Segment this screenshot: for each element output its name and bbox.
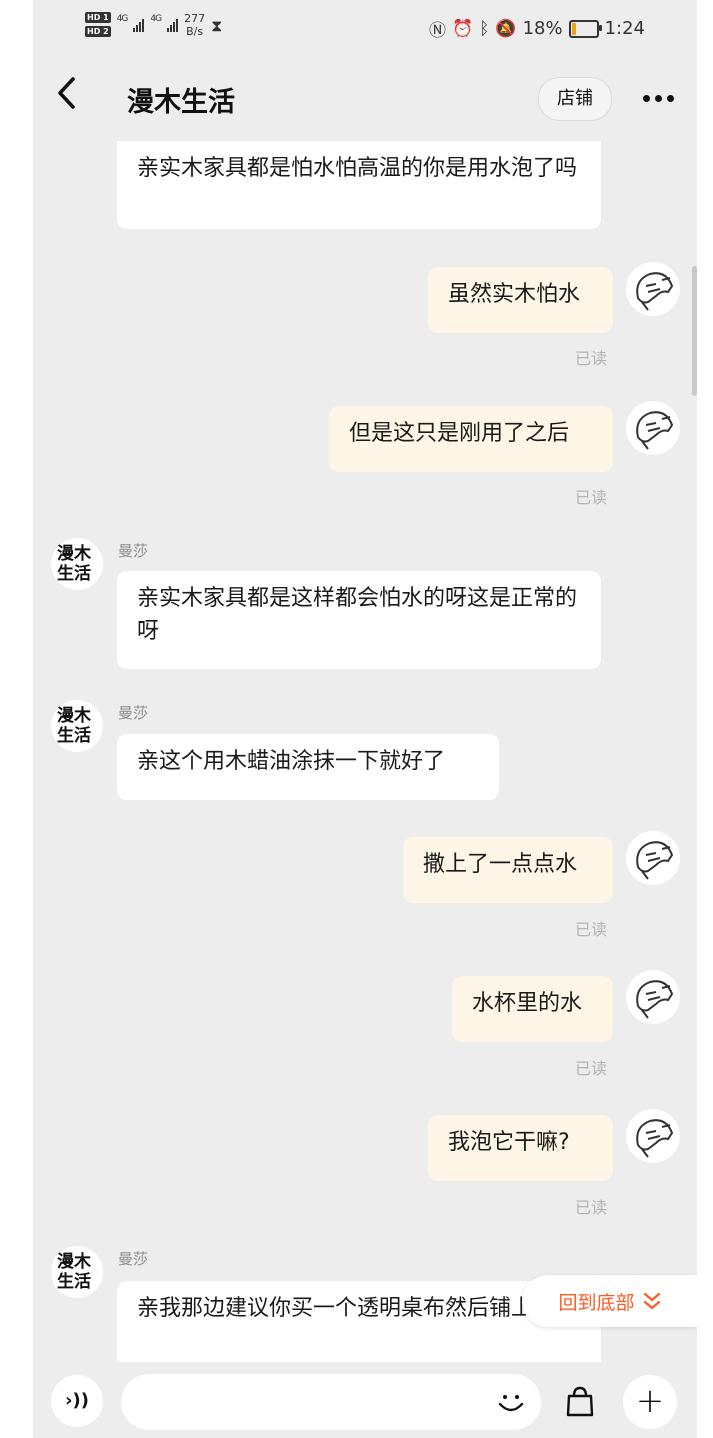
- battery-icon: [568, 19, 602, 38]
- read-receipt: 已读: [575, 349, 608, 368]
- voice-icon: ›)): [65, 1390, 89, 1411]
- message-bubble-incoming: 亲实木家具都是怕水怕高温的你是用水泡了吗: [117, 141, 601, 229]
- more-horizontal-icon-dot: [642, 94, 650, 102]
- speed-value: 277: [184, 12, 206, 25]
- user-avatar-icon: [636, 411, 674, 450]
- shop-avatar[interactable]: 漫木 生活: [51, 700, 103, 752]
- message-bubble-incoming: 亲这个用木蜡油涂抹一下就好了: [117, 734, 499, 800]
- more-horizontal-icon-dot: [666, 94, 674, 102]
- sender-name: 曼莎: [118, 542, 149, 560]
- shop-avatar-line1: 漫木: [57, 1252, 91, 1272]
- more-button[interactable]: [633, 78, 683, 118]
- shop-avatar-line2: 生活: [57, 1272, 91, 1292]
- shop-avatar-line1: 漫木: [57, 544, 91, 564]
- more-horizontal-icon-dot: [654, 94, 662, 102]
- user-avatar-icon: [636, 980, 674, 1019]
- chat-screen: HD 1 HD 2 4G 4G 277 B/s ⧗ Ⓝ ⏰ ᛒ 🔕 18% 1:…: [33, 0, 697, 1438]
- message-bubble-outgoing: 虽然实木怕水: [428, 267, 613, 333]
- smiley-icon: [498, 1395, 524, 1412]
- sender-name: 曼莎: [118, 1250, 149, 1268]
- shop-avatar-line2: 生活: [57, 726, 91, 746]
- emoji-button[interactable]: [491, 1382, 531, 1422]
- plus-icon: +: [635, 1381, 665, 1421]
- user-avatar-icon: [636, 272, 674, 311]
- nfc-icon: Ⓝ: [429, 21, 447, 41]
- shopping-bag-button[interactable]: [560, 1382, 600, 1422]
- user-avatar-icon: [636, 841, 674, 880]
- bluetooth-icon: ᛒ: [479, 18, 490, 39]
- back-button[interactable]: [55, 76, 77, 119]
- shop-avatar[interactable]: 漫木 生活: [51, 1246, 103, 1298]
- chevron-left-icon: [58, 77, 75, 109]
- user-avatar[interactable]: [626, 262, 680, 316]
- message-bubble-outgoing: 我泡它干嘛?: [428, 1115, 613, 1181]
- double-chevron-down-icon: [643, 1292, 660, 1310]
- network-speed: 277 B/s: [184, 12, 205, 38]
- voice-button[interactable]: ›)): [51, 1375, 103, 1427]
- signal-1-icon: [133, 18, 145, 32]
- hd1-badge: HD 1: [85, 12, 111, 23]
- user-avatar[interactable]: [626, 401, 680, 455]
- chat-header: 漫木生活 店铺: [33, 58, 697, 138]
- status-bar-left: HD 1 HD 2 4G 4G 277 B/s ⧗: [85, 12, 222, 38]
- read-receipt: 已读: [575, 1198, 608, 1217]
- network-type-2: 4G: [150, 14, 162, 24]
- read-receipt: 已读: [575, 488, 608, 507]
- network-type-1: 4G: [116, 14, 129, 24]
- sender-name: 曼莎: [118, 704, 149, 722]
- mute-icon: 🔕: [495, 18, 517, 39]
- message-bubble-outgoing: 但是这只是刚用了之后: [329, 406, 613, 472]
- message-bubble-incoming: 亲实木家具都是这样都会怕水的呀这是正常的呀: [117, 571, 601, 669]
- user-avatar[interactable]: [626, 970, 680, 1024]
- hd-indicators: HD 1 HD 2: [85, 12, 111, 37]
- read-receipt: 已读: [575, 920, 608, 939]
- read-receipt: 已读: [575, 1059, 608, 1078]
- user-avatar[interactable]: [626, 831, 680, 885]
- message-bubble-outgoing: 水杯里的水: [452, 976, 613, 1042]
- status-bar-right: Ⓝ ⏰ ᛒ 🔕 18% 1:24: [429, 16, 645, 41]
- battery-percent: 18%: [522, 18, 563, 39]
- signal-2-icon: [167, 18, 179, 32]
- scrollbar[interactable]: [692, 266, 697, 396]
- user-avatar[interactable]: [626, 1109, 680, 1163]
- shop-button[interactable]: 店铺: [538, 77, 612, 121]
- clock: 1:24: [604, 18, 645, 39]
- shopping-bag-icon: [566, 1386, 594, 1417]
- page-title: 漫木生活: [127, 87, 235, 118]
- shop-avatar[interactable]: 漫木 生活: [51, 538, 103, 590]
- hd2-badge: HD 2: [85, 26, 111, 37]
- back-to-bottom-label: 回到底部: [558, 1291, 635, 1314]
- battery-fill: [571, 22, 576, 35]
- back-to-bottom-button[interactable]: 回到底部: [522, 1275, 697, 1327]
- speed-unit: B/s: [186, 25, 204, 38]
- status-bar: HD 1 HD 2 4G 4G 277 B/s ⧗ Ⓝ ⏰ ᛒ 🔕 18% 1:…: [33, 0, 697, 58]
- hourglass-icon: ⧗: [211, 16, 223, 35]
- message-bubble-outgoing: 撒上了一点点水: [403, 837, 613, 903]
- shop-avatar-line2: 生活: [57, 564, 91, 584]
- shop-avatar-line1: 漫木: [57, 706, 91, 726]
- plus-button[interactable]: +: [623, 1375, 677, 1429]
- message-input[interactable]: [121, 1374, 541, 1430]
- input-bar: ›)) +: [33, 1362, 697, 1438]
- alarm-icon: ⏰: [452, 18, 474, 39]
- user-avatar-icon: [636, 1119, 674, 1158]
